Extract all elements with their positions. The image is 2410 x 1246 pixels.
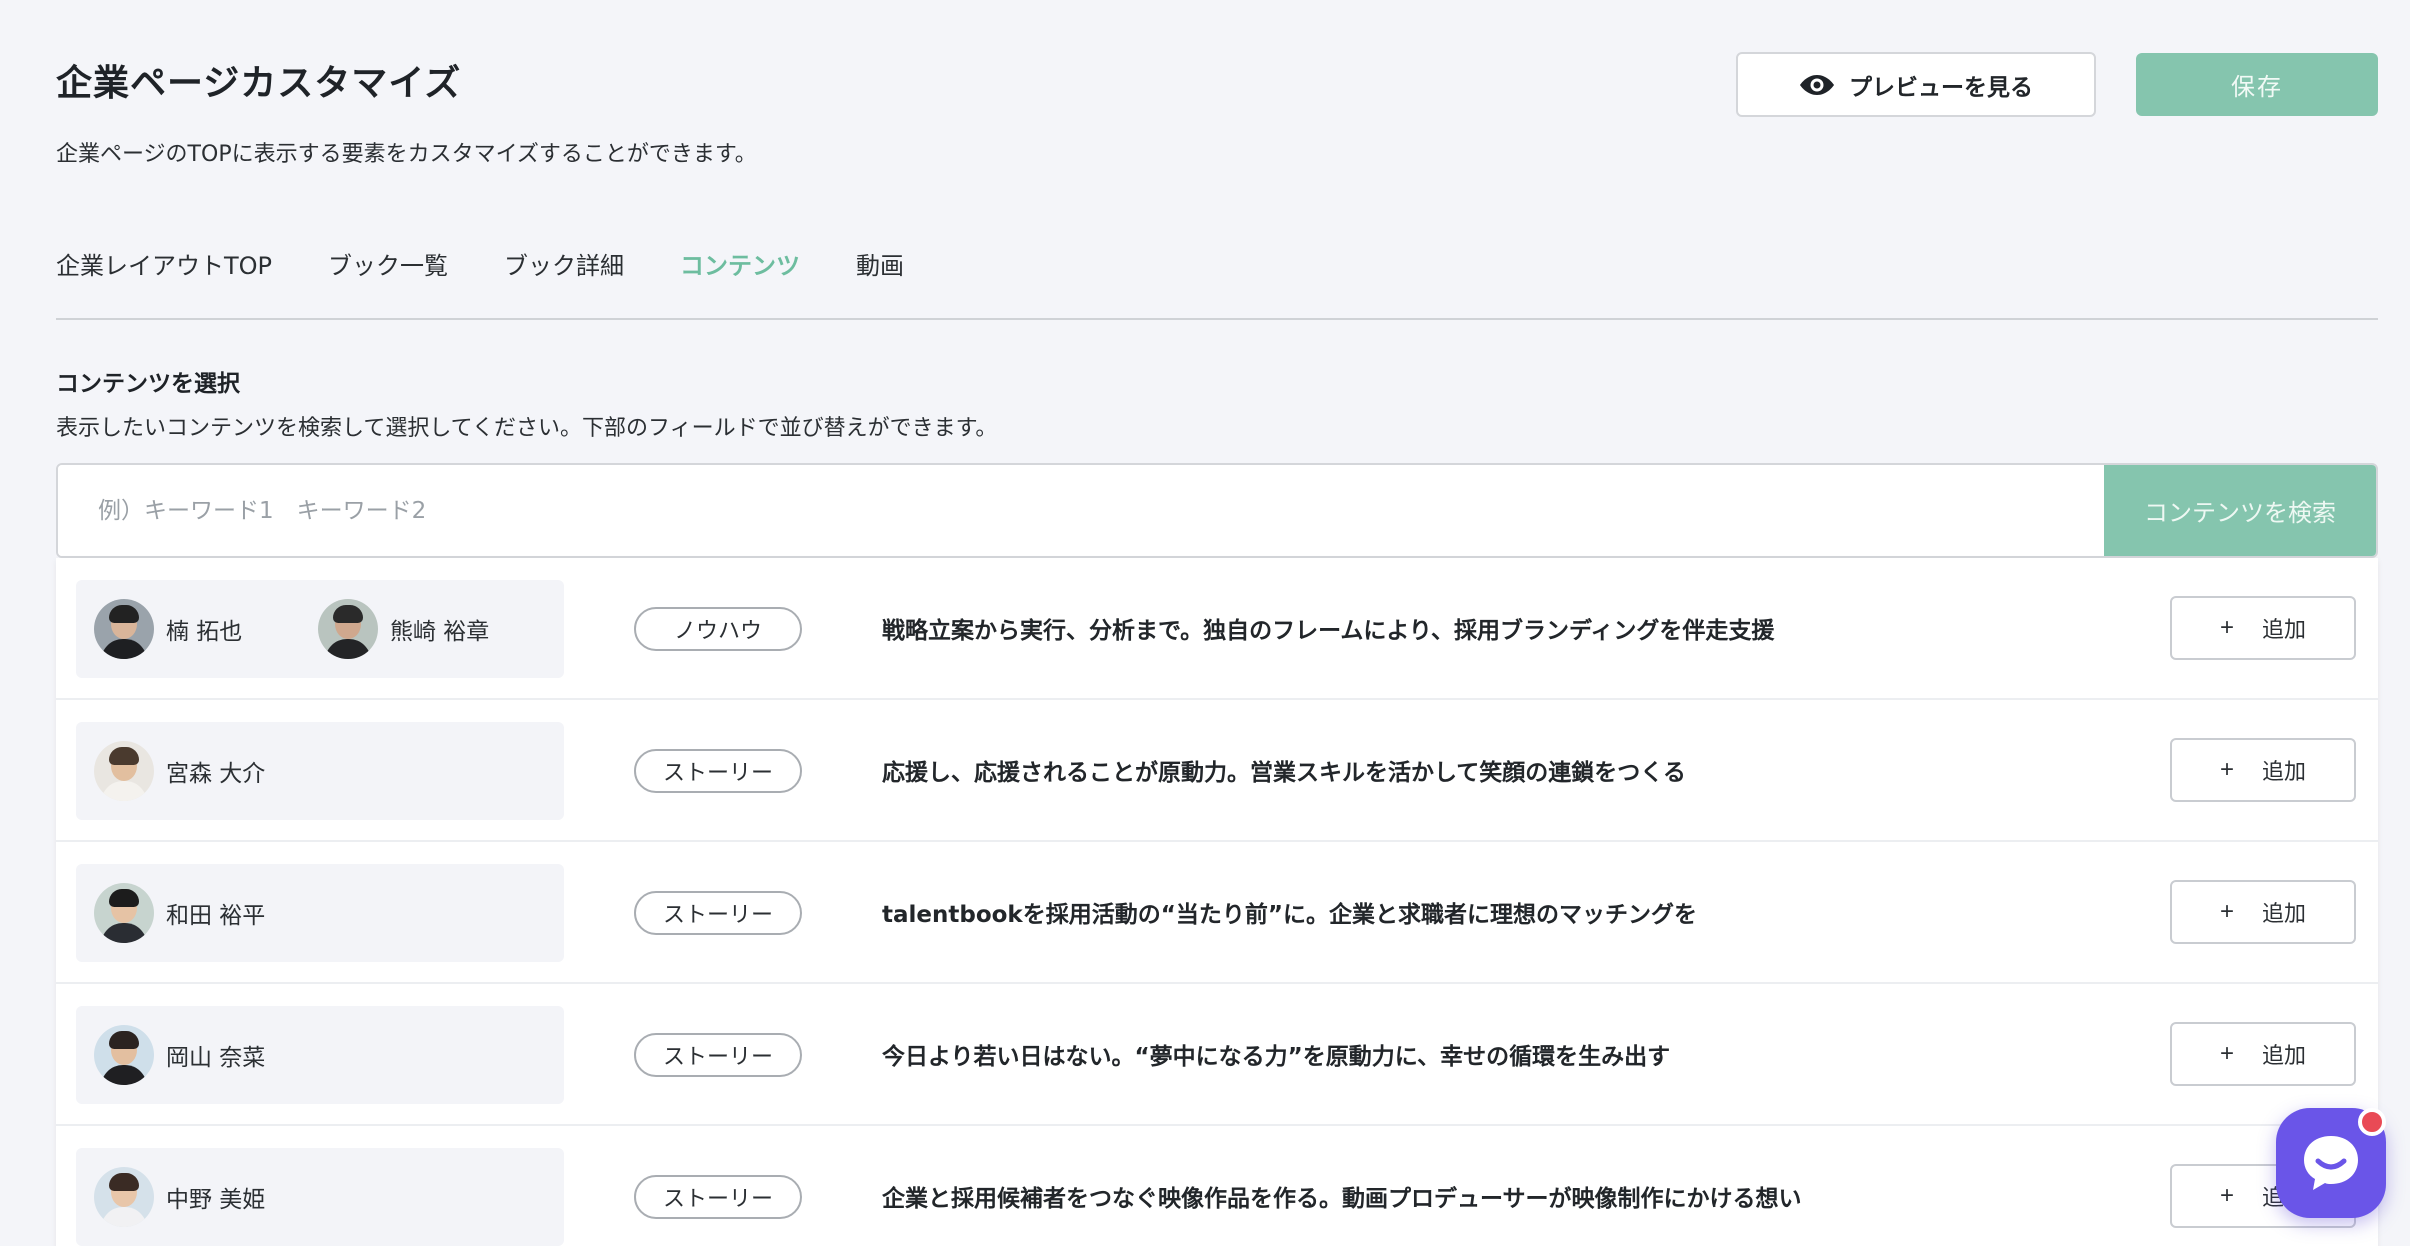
avatar: [94, 599, 154, 659]
eye-icon: [1800, 74, 1834, 95]
author: 和田 裕平: [94, 883, 318, 943]
author-group: 楠 拓也 熊崎 裕章: [76, 580, 564, 678]
list-item: 和田 裕平 ストーリー talentbookを採用活動の“当たり前”に。企業と求…: [56, 842, 2378, 984]
page-title: 企業ページカスタマイズ: [56, 63, 462, 104]
tab-book-list[interactable]: ブック一覧: [328, 246, 448, 281]
tab-contents[interactable]: コンテンツ: [680, 246, 800, 281]
avatar: [94, 741, 154, 801]
plus-icon: +: [2219, 614, 2234, 641]
plus-icon: +: [2219, 898, 2234, 925]
section-title: コンテンツを選択: [56, 371, 240, 397]
author: 宮森 大介: [94, 741, 318, 801]
category-badge: ノウハウ: [634, 607, 802, 651]
list-item: 岡山 奈菜 ストーリー 今日より若い日はない。“夢中になる力”を原動力に、幸せの…: [56, 984, 2378, 1126]
author-name: 和田 裕平: [166, 903, 266, 929]
search-bar: コンテンツを検索: [56, 463, 2378, 558]
author-group: 中野 美姫: [76, 1148, 564, 1246]
tab-video[interactable]: 動画: [856, 246, 904, 281]
category-badge: ストーリー: [634, 891, 802, 935]
avatar: [318, 599, 378, 659]
tab-divider: [56, 318, 2378, 320]
author-group: 和田 裕平: [76, 864, 564, 962]
author-name: 岡山 奈菜: [166, 1045, 266, 1071]
add-button-label: 追加: [2262, 617, 2307, 642]
author-group: 宮森 大介: [76, 722, 564, 820]
author-name: 宮森 大介: [166, 761, 266, 787]
author-name: 熊崎 裕章: [390, 619, 490, 645]
avatar: [94, 1167, 154, 1227]
tab-book-detail[interactable]: ブック詳細: [504, 246, 624, 281]
add-button-label: 追加: [2262, 901, 2307, 926]
section-description: 表示したいコンテンツを検索して選択してください。下部のフィールドで並び替えができ…: [56, 416, 998, 441]
author-group: 岡山 奈菜: [76, 1006, 564, 1104]
search-input[interactable]: [58, 465, 2104, 556]
author-name: 中野 美姫: [166, 1187, 266, 1213]
add-button[interactable]: + 追加: [2170, 596, 2356, 660]
add-button-label: 追加: [2262, 1043, 2307, 1068]
avatar: [94, 883, 154, 943]
content-title: 戦略立案から実行、分析まで。独自のフレームにより、採用ブランディングを伴走支援: [882, 618, 1775, 644]
page-description: 企業ページのTOPに表示する要素をカスタマイズすることができます。: [56, 142, 757, 167]
plus-icon: +: [2219, 1040, 2234, 1067]
results-list: 楠 拓也 熊崎 裕章 ノウハウ 戦略立案から実行、分析まで。独自のフレームにより…: [56, 558, 2378, 1246]
page: 企業ページカスタマイズ 企業ページのTOPに表示する要素をカスタマイズすることが…: [0, 0, 2410, 1246]
category-badge: ストーリー: [634, 1175, 802, 1219]
plus-icon: +: [2219, 1182, 2234, 1209]
content-title: talentbookを採用活動の“当たり前”に。企業と求職者に理想のマッチングを: [882, 902, 1697, 928]
tab-layout-top[interactable]: 企業レイアウトTOP: [56, 246, 272, 281]
tab-bar: 企業レイアウトTOP ブック一覧 ブック詳細 コンテンツ 動画: [56, 246, 960, 281]
content-title: 応援し、応援されることが原動力。営業スキルを活かして笑顔の連鎖をつくる: [882, 760, 1686, 786]
preview-button-label: プレビューを見る: [1849, 73, 2033, 100]
author: 熊崎 裕章: [318, 599, 542, 659]
list-item: 中野 美姫 ストーリー 企業と採用候補者をつなぐ映像作品を作る。動画プロデューサ…: [56, 1126, 2378, 1246]
author: 岡山 奈菜: [94, 1025, 318, 1085]
content-title: 今日より若い日はない。“夢中になる力”を原動力に、幸せの循環を生み出す: [882, 1044, 1671, 1070]
author-name: 楠 拓也: [166, 619, 243, 645]
save-button[interactable]: 保存: [2136, 53, 2378, 116]
add-button-label: 追加: [2262, 759, 2307, 784]
list-item: 宮森 大介 ストーリー 応援し、応援されることが原動力。営業スキルを活かして笑顔…: [56, 700, 2378, 842]
category-badge: ストーリー: [634, 749, 802, 793]
preview-button[interactable]: プレビューを見る: [1736, 52, 2096, 117]
add-button[interactable]: + 追加: [2170, 880, 2356, 944]
plus-icon: +: [2219, 756, 2234, 783]
category-badge: ストーリー: [634, 1033, 802, 1077]
avatar: [94, 1025, 154, 1085]
add-button[interactable]: + 追加: [2170, 738, 2356, 802]
author: 楠 拓也: [94, 599, 318, 659]
search-button[interactable]: コンテンツを検索: [2104, 465, 2376, 556]
chat-icon: [2304, 1136, 2358, 1190]
add-button[interactable]: + 追加: [2170, 1022, 2356, 1086]
notification-dot: [2358, 1108, 2386, 1136]
content-title: 企業と採用候補者をつなぐ映像作品を作る。動画プロデューサーが映像制作にかける想い: [882, 1186, 1802, 1212]
author: 中野 美姫: [94, 1167, 318, 1227]
list-item: 楠 拓也 熊崎 裕章 ノウハウ 戦略立案から実行、分析まで。独自のフレームにより…: [56, 558, 2378, 700]
